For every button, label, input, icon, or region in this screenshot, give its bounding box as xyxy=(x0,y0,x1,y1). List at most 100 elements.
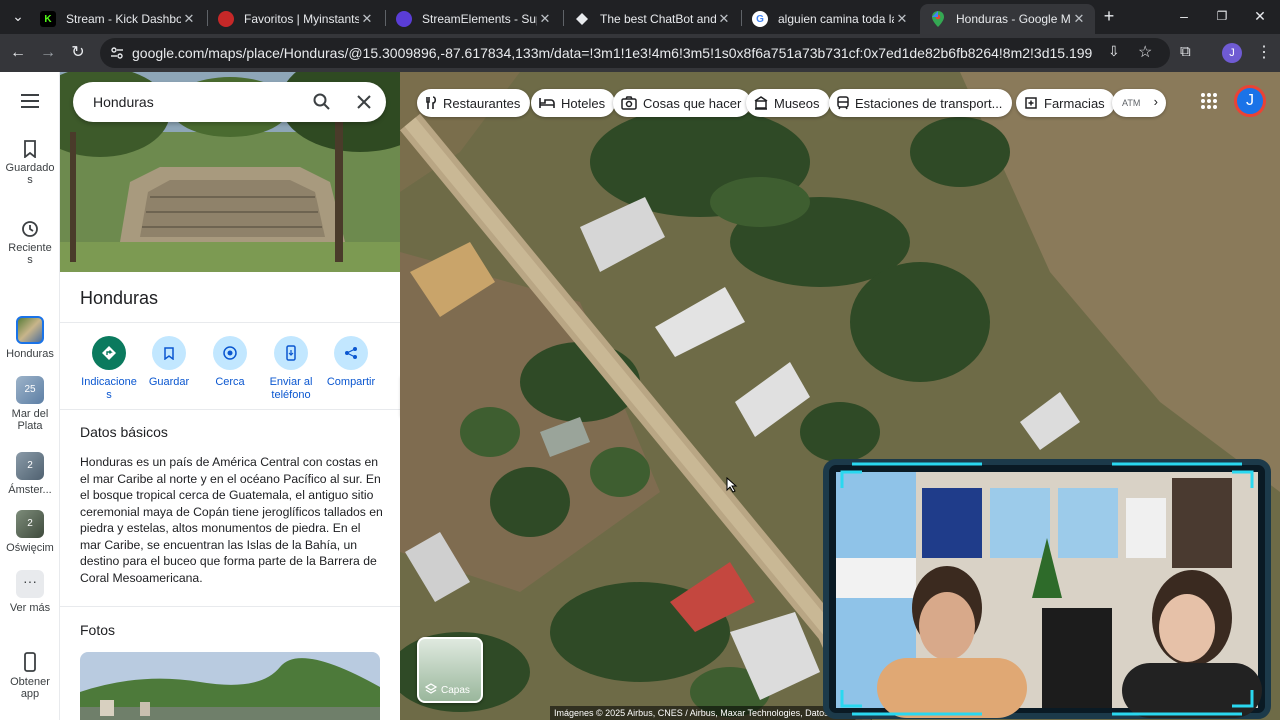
tab-streamelements[interactable]: StreamElements - Superpo ✕ xyxy=(386,4,561,34)
menu-button[interactable] xyxy=(0,94,60,112)
chip-label: Cosas que hacer xyxy=(643,95,742,111)
tab-title: Stream - Kick Dashboard xyxy=(66,12,181,26)
reload-button[interactable]: ↻ xyxy=(66,41,90,65)
chip-label: Farmacias xyxy=(1044,95,1105,111)
tab-myinstants[interactable]: Favoritos | Myinstants ✕ xyxy=(208,4,383,34)
action-label: Enviar al teléfono xyxy=(269,376,313,401)
place-thumbnail xyxy=(16,316,44,344)
thumb-badge: 2 xyxy=(27,518,33,529)
rail-item-saved[interactable]: Guardado s xyxy=(0,140,60,186)
account-avatar[interactable]: J xyxy=(1234,85,1266,117)
directions-button[interactable]: Indicacione s xyxy=(77,336,141,402)
nearby-button[interactable]: Cerca xyxy=(198,336,262,389)
chevron-right-icon: › xyxy=(1153,94,1158,109)
divider xyxy=(60,322,400,323)
close-icon[interactable]: ✕ xyxy=(537,11,553,27)
rail-label: Obtener app xyxy=(10,676,50,700)
place-title: Honduras xyxy=(80,288,159,308)
place-side-panel: Honduras Honduras Indicacione s Guardar … xyxy=(60,72,400,720)
chip-scroll-next[interactable]: ATM › xyxy=(1112,89,1166,117)
new-tab-button[interactable]: + xyxy=(1097,6,1121,26)
place-photo[interactable] xyxy=(80,652,380,720)
rail-item-more[interactable]: ··· Ver más xyxy=(0,570,60,614)
rail-item-recent[interactable]: Reciente s xyxy=(0,220,60,266)
atm-icon: ATM xyxy=(1122,98,1141,108)
museum-icon xyxy=(754,96,768,110)
camera-icon xyxy=(621,96,637,110)
close-icon[interactable]: ✕ xyxy=(894,11,910,27)
rail-label: Guardado s xyxy=(5,162,55,186)
history-icon xyxy=(22,221,38,237)
webcam-overlay xyxy=(822,458,1272,720)
forward-button[interactable]: → xyxy=(36,41,60,65)
close-icon[interactable]: ✕ xyxy=(181,11,197,27)
rail-item-mar-del-plata[interactable]: 25 Mar del Plata xyxy=(0,376,60,432)
streamelements-icon xyxy=(396,11,412,27)
chip-pharmacies[interactable]: Farmacias xyxy=(1016,89,1115,117)
close-icon[interactable]: ✕ xyxy=(1071,11,1087,27)
close-icon[interactable] xyxy=(357,95,371,109)
divider xyxy=(60,606,400,607)
chip-label: Museos xyxy=(774,95,820,111)
tab-title: Favoritos | Myinstants xyxy=(244,12,359,26)
layers-button[interactable]: Capas xyxy=(417,637,483,703)
tab-search-button[interactable]: ⌄ xyxy=(6,6,30,26)
hamburger-icon xyxy=(21,94,39,108)
tab-title: StreamElements - Superpo xyxy=(422,12,537,26)
chip-restaurants[interactable]: Restaurantes xyxy=(417,89,531,117)
apps-grid-icon[interactable] xyxy=(1200,92,1220,112)
minimize-button[interactable]: – xyxy=(1172,6,1196,26)
nearby-icon xyxy=(213,336,247,370)
rail-item-oswiecim[interactable]: 2 Oświęcim xyxy=(0,510,60,554)
chip-transit[interactable]: Estaciones de transport... xyxy=(829,89,1013,117)
close-window-button[interactable]: ✕ xyxy=(1248,6,1272,26)
chip-hotels[interactable]: Hoteles xyxy=(531,89,616,117)
chip-museums[interactable]: Museos xyxy=(746,89,830,117)
hotel-icon xyxy=(539,98,555,108)
rail-label: Mar del Plata xyxy=(11,408,49,432)
tab-kick-dashboard[interactable]: K Stream - Kick Dashboard ✕ xyxy=(30,4,205,34)
install-app-icon[interactable]: ⇩ xyxy=(1108,43,1120,60)
chip-things-to-do[interactable]: Cosas que hacer xyxy=(613,89,752,117)
tab-title: alguien camina toda la mu xyxy=(778,12,894,26)
save-button[interactable]: Guardar xyxy=(137,336,201,389)
google-icon: G xyxy=(752,11,768,27)
search-input[interactable]: Honduras xyxy=(93,94,154,110)
bookmark-icon xyxy=(152,336,186,370)
rail-item-get-app[interactable]: Obtener app xyxy=(0,652,60,700)
search-icon[interactable] xyxy=(313,93,331,111)
chatbot-icon xyxy=(574,11,590,27)
pharmacy-icon xyxy=(1025,97,1037,109)
search-box[interactable]: Honduras xyxy=(73,82,386,122)
back-button[interactable]: ← xyxy=(6,41,30,65)
tab-chatbot[interactable]: The best ChatBot and Wid ✕ xyxy=(564,4,740,34)
layers-icon xyxy=(425,683,437,694)
bookmark-star-icon[interactable]: ☆ xyxy=(1138,42,1152,62)
thumb-badge: 25 xyxy=(24,384,36,395)
profile-avatar[interactable]: J xyxy=(1222,43,1242,63)
address-bar[interactable]: google.com/maps/place/Honduras/@15.30098… xyxy=(100,38,1170,68)
browser-menu-icon[interactable]: ⋮ xyxy=(1256,42,1272,62)
restore-button[interactable]: ❐ xyxy=(1210,6,1234,26)
extensions-icon[interactable]: ⧉ xyxy=(1180,43,1191,60)
send-to-phone-button[interactable]: Enviar al teléfono xyxy=(259,336,323,402)
action-label: Guardar xyxy=(148,376,190,388)
tab-google-search[interactable]: G alguien camina toda la mu ✕ xyxy=(742,4,918,34)
browser-tab-strip: ⌄ K Stream - Kick Dashboard ✕ Favoritos … xyxy=(0,0,1280,34)
tab-google-maps[interactable]: Honduras - Google Maps ✕ xyxy=(920,4,1095,34)
close-icon[interactable]: ✕ xyxy=(359,11,375,27)
tab-title: Honduras - Google Maps xyxy=(956,12,1071,26)
share-button[interactable]: Compartir xyxy=(319,336,383,389)
rail-label: Ver más xyxy=(9,602,51,614)
rail-item-honduras[interactable]: Honduras xyxy=(0,316,60,360)
kick-icon: K xyxy=(40,11,56,27)
url-text[interactable]: google.com/maps/place/Honduras/@15.30098… xyxy=(132,45,1092,61)
place-thumbnail: 2 xyxy=(16,452,44,480)
more-icon: ··· xyxy=(16,570,44,598)
rail-item-amsterdam[interactable]: 2 Ámster... xyxy=(0,452,60,496)
restaurant-icon xyxy=(426,96,437,109)
chip-label: Hoteles xyxy=(561,95,606,111)
close-icon[interactable]: ✕ xyxy=(716,11,732,27)
photos-heading: Fotos xyxy=(80,622,116,638)
site-info-icon[interactable] xyxy=(110,46,124,60)
